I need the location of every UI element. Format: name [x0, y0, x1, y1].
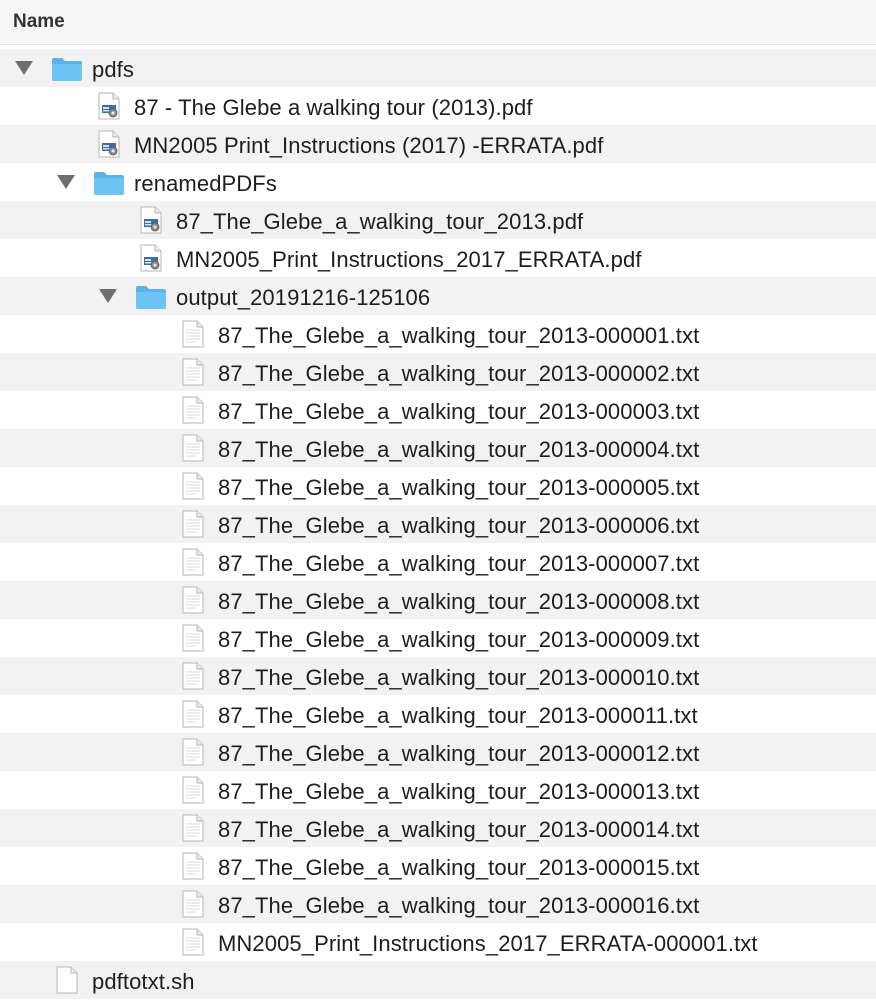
file-row[interactable]: 87_The_Glebe_a_walking_tour_2013-000013.…: [0, 771, 876, 809]
item-name: 87_The_Glebe_a_walking_tour_2013-000013.…: [218, 779, 700, 804]
text-file-icon: [182, 662, 204, 695]
file-row[interactable]: MN2005_Print_Instructions_2017_ERRATA-00…: [0, 923, 876, 961]
item-name: 87_The_Glebe_a_walking_tour_2013-000007.…: [218, 551, 700, 576]
folder-icon: [135, 284, 167, 315]
item-name: 87_The_Glebe_a_walking_tour_2013-000010.…: [218, 665, 700, 690]
item-name: MN2005_Print_Instructions_2017_ERRATA.pd…: [176, 247, 642, 272]
file-row[interactable]: 87_The_Glebe_a_walking_tour_2013-000005.…: [0, 467, 876, 505]
file-row[interactable]: 87_The_Glebe_a_walking_tour_2013-000003.…: [0, 391, 876, 429]
file-row[interactable]: MN2005_Print_Instructions_2017_ERRATA.pd…: [0, 239, 876, 277]
pdf-file-icon: [98, 92, 120, 125]
folder-icon: [93, 170, 125, 201]
text-file-icon: [182, 320, 204, 353]
file-row[interactable]: 87_The_Glebe_a_walking_tour_2013-000012.…: [0, 733, 876, 771]
item-name: renamedPDFs: [134, 171, 277, 196]
item-name: 87 - The Glebe a walking tour (2013).pdf: [134, 95, 533, 120]
item-name: 87_The_Glebe_a_walking_tour_2013-000014.…: [218, 817, 700, 842]
file-row[interactable]: 87_The_Glebe_a_walking_tour_2013-000010.…: [0, 657, 876, 695]
file-row[interactable]: 87_The_Glebe_a_walking_tour_2013-000001.…: [0, 315, 876, 353]
column-header: Name: [0, 0, 876, 45]
text-file-icon: [182, 700, 204, 733]
file-row[interactable]: 87_The_Glebe_a_walking_tour_2013-000007.…: [0, 543, 876, 581]
text-file-icon: [182, 472, 204, 505]
disclosure-triangle-icon[interactable]: [99, 289, 117, 303]
file-row[interactable]: 87_The_Glebe_a_walking_tour_2013-000016.…: [0, 885, 876, 923]
shell-script-file-icon: [56, 966, 78, 999]
item-name: 87_The_Glebe_a_walking_tour_2013-000011.…: [218, 703, 698, 728]
item-name: 87_The_Glebe_a_walking_tour_2013-000016.…: [218, 893, 700, 918]
item-name: pdftotxt.sh: [92, 969, 195, 994]
file-row[interactable]: pdftotxt.sh: [0, 961, 876, 999]
item-name: 87_The_Glebe_a_walking_tour_2013-000002.…: [218, 361, 700, 386]
text-file-icon: [182, 814, 204, 847]
file-row[interactable]: 87 - The Glebe a walking tour (2013).pdf: [0, 87, 876, 125]
file-row[interactable]: 87_The_Glebe_a_walking_tour_2013-000004.…: [0, 429, 876, 467]
item-name: MN2005 Print_Instructions (2017) -ERRATA…: [134, 133, 604, 158]
file-row[interactable]: 87_The_Glebe_a_walking_tour_2013-000002.…: [0, 353, 876, 391]
disclosure-triangle-icon[interactable]: [57, 175, 75, 189]
pdf-file-icon: [140, 244, 162, 277]
pdf-file-icon: [98, 130, 120, 163]
item-name: 87_The_Glebe_a_walking_tour_2013-000012.…: [218, 741, 700, 766]
file-row[interactable]: 87_The_Glebe_a_walking_tour_2013-000009.…: [0, 619, 876, 657]
item-name: 87_The_Glebe_a_walking_tour_2013-000004.…: [218, 437, 700, 462]
item-name: 87_The_Glebe_a_walking_tour_2013-000003.…: [218, 399, 700, 424]
text-file-icon: [182, 548, 204, 581]
pdf-file-icon: [140, 206, 162, 239]
file-row[interactable]: 87_The_Glebe_a_walking_tour_2013.pdf: [0, 201, 876, 239]
folder-row[interactable]: renamedPDFs: [0, 163, 876, 201]
text-file-icon: [182, 928, 204, 961]
file-row[interactable]: 87_The_Glebe_a_walking_tour_2013-000011.…: [0, 695, 876, 733]
file-row[interactable]: 87_The_Glebe_a_walking_tour_2013-000015.…: [0, 847, 876, 885]
file-row[interactable]: 87_The_Glebe_a_walking_tour_2013-000006.…: [0, 505, 876, 543]
text-file-icon: [182, 510, 204, 543]
text-file-icon: [182, 624, 204, 657]
text-file-icon: [182, 776, 204, 809]
item-name: 87_The_Glebe_a_walking_tour_2013.pdf: [176, 209, 584, 234]
disclosure-triangle-icon[interactable]: [15, 61, 33, 75]
file-row[interactable]: MN2005 Print_Instructions (2017) -ERRATA…: [0, 125, 876, 163]
item-name: 87_The_Glebe_a_walking_tour_2013-000006.…: [218, 513, 700, 538]
folder-icon: [51, 56, 83, 87]
item-name: 87_The_Glebe_a_walking_tour_2013-000001.…: [218, 323, 700, 348]
text-file-icon: [182, 852, 204, 885]
header-divider: [0, 44, 876, 45]
item-name: pdfs: [92, 57, 134, 82]
item-name: 87_The_Glebe_a_walking_tour_2013-000005.…: [218, 475, 700, 500]
item-name: output_20191216-125106: [176, 285, 431, 310]
item-name: 87_The_Glebe_a_walking_tour_2013-000009.…: [218, 627, 700, 652]
folder-row[interactable]: pdfs: [0, 49, 876, 87]
file-row[interactable]: 87_The_Glebe_a_walking_tour_2013-000014.…: [0, 809, 876, 847]
text-file-icon: [182, 434, 204, 467]
text-file-icon: [182, 586, 204, 619]
item-name: 87_The_Glebe_a_walking_tour_2013-000015.…: [218, 855, 700, 880]
file-row[interactable]: 87_The_Glebe_a_walking_tour_2013-000008.…: [0, 581, 876, 619]
folder-row[interactable]: output_20191216-125106: [0, 277, 876, 315]
text-file-icon: [182, 738, 204, 771]
text-file-icon: [182, 890, 204, 923]
text-file-icon: [182, 358, 204, 391]
item-name: MN2005_Print_Instructions_2017_ERRATA-00…: [218, 931, 758, 956]
text-file-icon: [182, 396, 204, 429]
name-column-header[interactable]: Name: [13, 11, 65, 33]
item-name: 87_The_Glebe_a_walking_tour_2013-000008.…: [218, 589, 700, 614]
